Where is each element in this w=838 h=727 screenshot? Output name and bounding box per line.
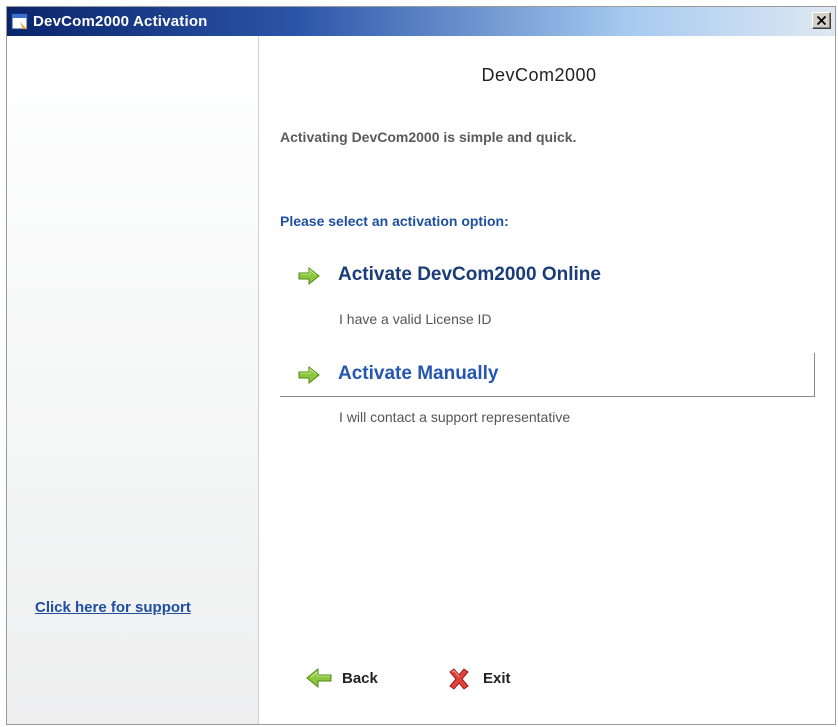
activation-window: DevCom2000 Activation Click here for sup… — [6, 6, 836, 725]
green-arrow-right-icon — [298, 366, 320, 384]
left-pane: Click here for support — [7, 36, 259, 724]
back-label: Back — [342, 670, 378, 687]
red-x-icon — [449, 668, 469, 690]
option-prompt: Please select an activation option: — [280, 213, 509, 229]
exit-button[interactable]: Exit — [447, 664, 527, 694]
main-pane: DevCom2000 Activating DevCom2000 is simp… — [259, 36, 835, 724]
support-link[interactable]: Click here for support — [35, 599, 191, 616]
activate-online-description: I have a valid License ID — [339, 311, 492, 327]
close-button[interactable] — [812, 12, 831, 29]
activate-manually-label: Activate Manually — [338, 363, 499, 384]
activate-manually-description: I will contact a support representative — [339, 409, 571, 425]
product-title: DevCom2000 — [481, 65, 597, 85]
back-button[interactable]: Back — [306, 664, 396, 694]
activate-manually-option[interactable]: Activate Manually — [280, 353, 815, 397]
close-icon — [817, 16, 826, 25]
activate-online-option[interactable]: Activate DevCom2000 Online — [280, 254, 815, 298]
window-title: DevCom2000 Activation — [33, 13, 208, 30]
activate-online-label: Activate DevCom2000 Online — [338, 264, 601, 285]
exit-label: Exit — [483, 670, 511, 687]
title-bar: DevCom2000 Activation — [7, 7, 835, 36]
intro-text: Activating DevCom2000 is simple and quic… — [280, 129, 577, 145]
green-arrow-right-icon — [298, 267, 320, 285]
green-arrow-left-icon — [306, 668, 332, 688]
app-window-icon — [11, 13, 28, 30]
